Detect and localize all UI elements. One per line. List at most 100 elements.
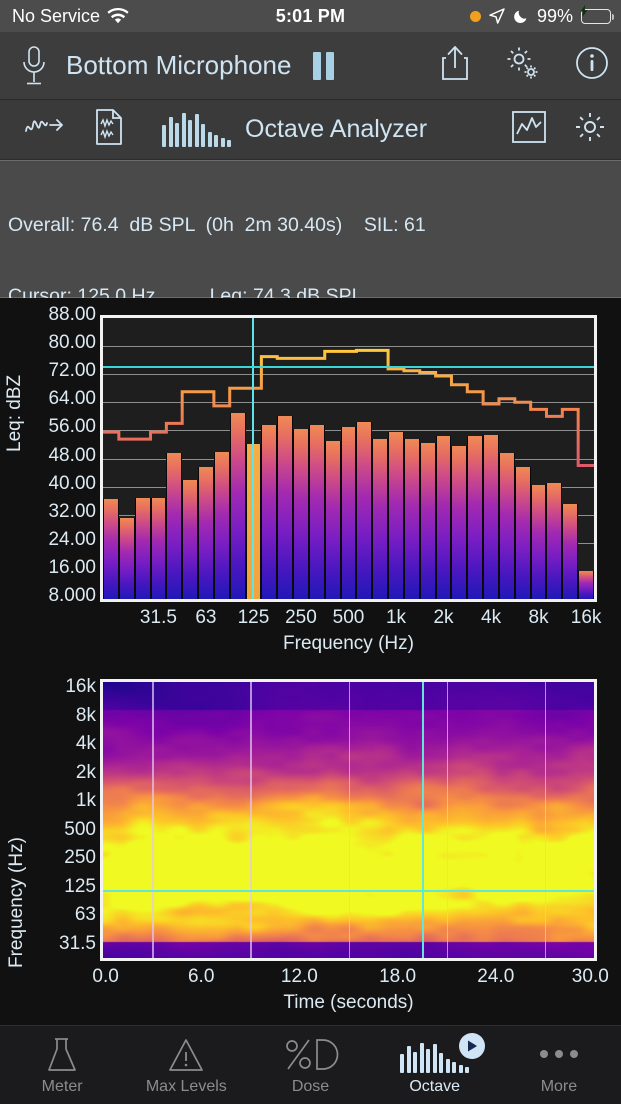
info-panel: Overall: 76.4 dB SPL (0h 2m 30.40s) SIL:… xyxy=(0,160,621,519)
gear-icon[interactable] xyxy=(573,110,607,149)
bar-chart-x-tick: 500 xyxy=(332,607,365,628)
bar-chart-x-tick: 63 xyxy=(195,607,217,628)
bar-chart-y-tick: 64.00 xyxy=(48,388,96,410)
bar-chart-x-tick: 31.5 xyxy=(139,607,177,628)
percent-d-icon xyxy=(283,1035,339,1073)
tab-label-dose: Max Levels xyxy=(145,1077,227,1095)
battery-charging-icon xyxy=(580,5,614,24)
spectrogram-y-tick: 63 xyxy=(74,904,96,926)
tab-octave[interactable]: Octave xyxy=(373,1032,497,1096)
bar-chart-inner xyxy=(103,318,594,599)
pause-icon-bar-left xyxy=(313,51,322,80)
spectrogram-cursor-horizontal[interactable] xyxy=(103,889,594,892)
mode-bar-left xyxy=(0,108,124,151)
bar-chart-y-tick: 80.00 xyxy=(48,332,96,354)
mode-bar-center: Octave Analyzer xyxy=(162,112,427,147)
octave-bar-chart[interactable]: Leq: dBZ 88.00 80.00 72.00 64.00 56.00 48.00 4… xyxy=(0,302,621,657)
status-bar: No Service 5:01 PM 99% xyxy=(0,0,621,32)
bar-chart-y-tick: 72.00 xyxy=(48,360,96,382)
spectrogram-gridline xyxy=(250,682,252,958)
spectrogram-gridline xyxy=(544,682,547,958)
tab-label-percent-d: Dose xyxy=(291,1077,330,1095)
bar-chart-x-tick: 4k xyxy=(481,607,502,628)
spectrogram-y-tick: 250 xyxy=(64,847,96,869)
play-badge-icon xyxy=(459,1032,486,1059)
spectrogram-y-ticks: 16k 8k 4k 2k 1k 500 250 125 63 31.5 xyxy=(24,668,96,958)
bar-chart-x-tick: 8k xyxy=(528,607,549,628)
tab-label-octave: Octave xyxy=(409,1077,461,1095)
pause-button[interactable] xyxy=(313,51,335,80)
spectrogram-y-tick: 8k xyxy=(75,704,96,726)
spectrogram-x-tick: 12.0 xyxy=(280,966,318,987)
spectrogram-x-tick: 18.0 xyxy=(379,966,417,987)
bar-chart-x-tick: 2k xyxy=(433,607,454,628)
bar-chart-y-tick: 8.000 xyxy=(48,585,96,606)
title-bar-actions xyxy=(441,44,609,87)
bar-chart-x-tick: 125 xyxy=(237,607,270,628)
spectrogram-chart[interactable]: Frequency (Hz) 16k 8k 4k 2k 1k 500 250 125 63 31.… xyxy=(0,668,621,1018)
info-line-overall: Overall: 76.4 dB SPL (0h 2m 30.40s) SIL:… xyxy=(8,214,426,237)
tab-meter[interactable]: Meter xyxy=(0,1035,124,1096)
spectrogram-y-tick: 16k xyxy=(65,676,96,697)
spectrogram-x-tick: 30.0 xyxy=(571,966,609,987)
ellipsis-icon xyxy=(539,1035,578,1073)
spectrogram-y-tick: 4k xyxy=(75,733,96,755)
bar-chart-y-tick: 48.00 xyxy=(48,444,96,466)
bar-chart-x-tick: 250 xyxy=(285,607,317,628)
octave-bars-icon xyxy=(400,1032,486,1073)
line-graph-icon[interactable] xyxy=(511,110,547,149)
mode-bar: Octave Analyzer xyxy=(0,100,621,160)
spectrogram-gridline xyxy=(446,682,449,958)
title-bar: Bottom Microphone xyxy=(0,32,621,100)
bar-chart-plot-area[interactable] xyxy=(100,315,597,602)
spectrogram-x-ticks: 0.0 6.0 12.0 18.0 24.0 30.0 xyxy=(92,966,608,992)
bar-chart-y-tick: 16.00 xyxy=(48,556,96,578)
spectrogram-canvas xyxy=(103,682,594,958)
tab-dose[interactable]: Dose xyxy=(248,1035,372,1096)
octave-bars-icon xyxy=(162,112,231,147)
meter-flask-icon xyxy=(45,1035,79,1073)
location-arrow-icon xyxy=(489,8,505,24)
info-circle-icon[interactable] xyxy=(575,46,609,85)
spectrogram-gridline xyxy=(348,682,350,958)
recording-dot-icon xyxy=(469,10,481,22)
mode-bar-right xyxy=(511,110,607,149)
spectrogram-gridline xyxy=(152,682,154,958)
bar-chart-x-tick: 1k xyxy=(385,607,407,628)
spectrogram-y-tick: 125 xyxy=(64,875,96,897)
tab-bar: Meter Max Levels Dose Octave More xyxy=(0,1025,621,1104)
gears-icon[interactable] xyxy=(503,44,541,87)
charts-area: Leq: dBZ 88.00 80.00 72.00 64.00 56.00 48.00 4… xyxy=(0,298,621,1025)
waveform-arrow-icon[interactable] xyxy=(24,112,66,147)
bar-chart-x-ticks: 31.5 63 125 250 500 1k 2k 4k 8k 16k xyxy=(100,607,601,633)
spectrogram-x-tick: 24.0 xyxy=(477,966,515,987)
pause-icon-bar-right xyxy=(326,51,335,80)
tab-label-more: More xyxy=(540,1077,578,1095)
tab-more[interactable]: More xyxy=(497,1035,621,1096)
spectrogram-y-tick: 31.5 xyxy=(59,933,96,954)
document-waveform-icon[interactable] xyxy=(94,108,124,151)
status-bar-right: 99% xyxy=(469,5,614,27)
battery-percent-label: 99% xyxy=(536,5,573,26)
share-icon[interactable] xyxy=(441,45,469,86)
bar-chart-x-tick: 16k xyxy=(570,607,602,628)
spectrogram-x-tick: 0.0 xyxy=(92,966,119,987)
spectrogram-y-tick: 500 xyxy=(64,818,96,840)
spectrogram-plot-area[interactable] xyxy=(100,679,597,961)
bar-chart-x-axis-label: Frequency (Hz) xyxy=(283,633,414,654)
device-name-label: Bottom Microphone xyxy=(66,50,292,80)
bar-chart-y-tick: 32.00 xyxy=(48,500,96,522)
spectrogram-cursor-vertical[interactable] xyxy=(422,682,424,958)
spectrogram-y-tick: 1k xyxy=(75,790,96,812)
bar-chart-y-tick: 24.00 xyxy=(48,528,96,550)
tab-max-levels[interactable]: Max Levels xyxy=(124,1035,248,1096)
max-hold-trace xyxy=(103,318,594,599)
bar-chart-cursor-vertical[interactable] xyxy=(252,318,255,599)
spectrogram-x-axis-label: Time (seconds) xyxy=(283,992,414,1013)
moon-icon xyxy=(513,8,529,24)
bar-chart-y-tick: 56.00 xyxy=(48,416,96,438)
bar-chart-y-tick: 88.00 xyxy=(48,304,96,325)
microphone-icon[interactable] xyxy=(14,45,54,87)
tab-label-meter: Meter xyxy=(41,1077,83,1095)
spectrogram-x-tick: 6.0 xyxy=(187,966,215,987)
